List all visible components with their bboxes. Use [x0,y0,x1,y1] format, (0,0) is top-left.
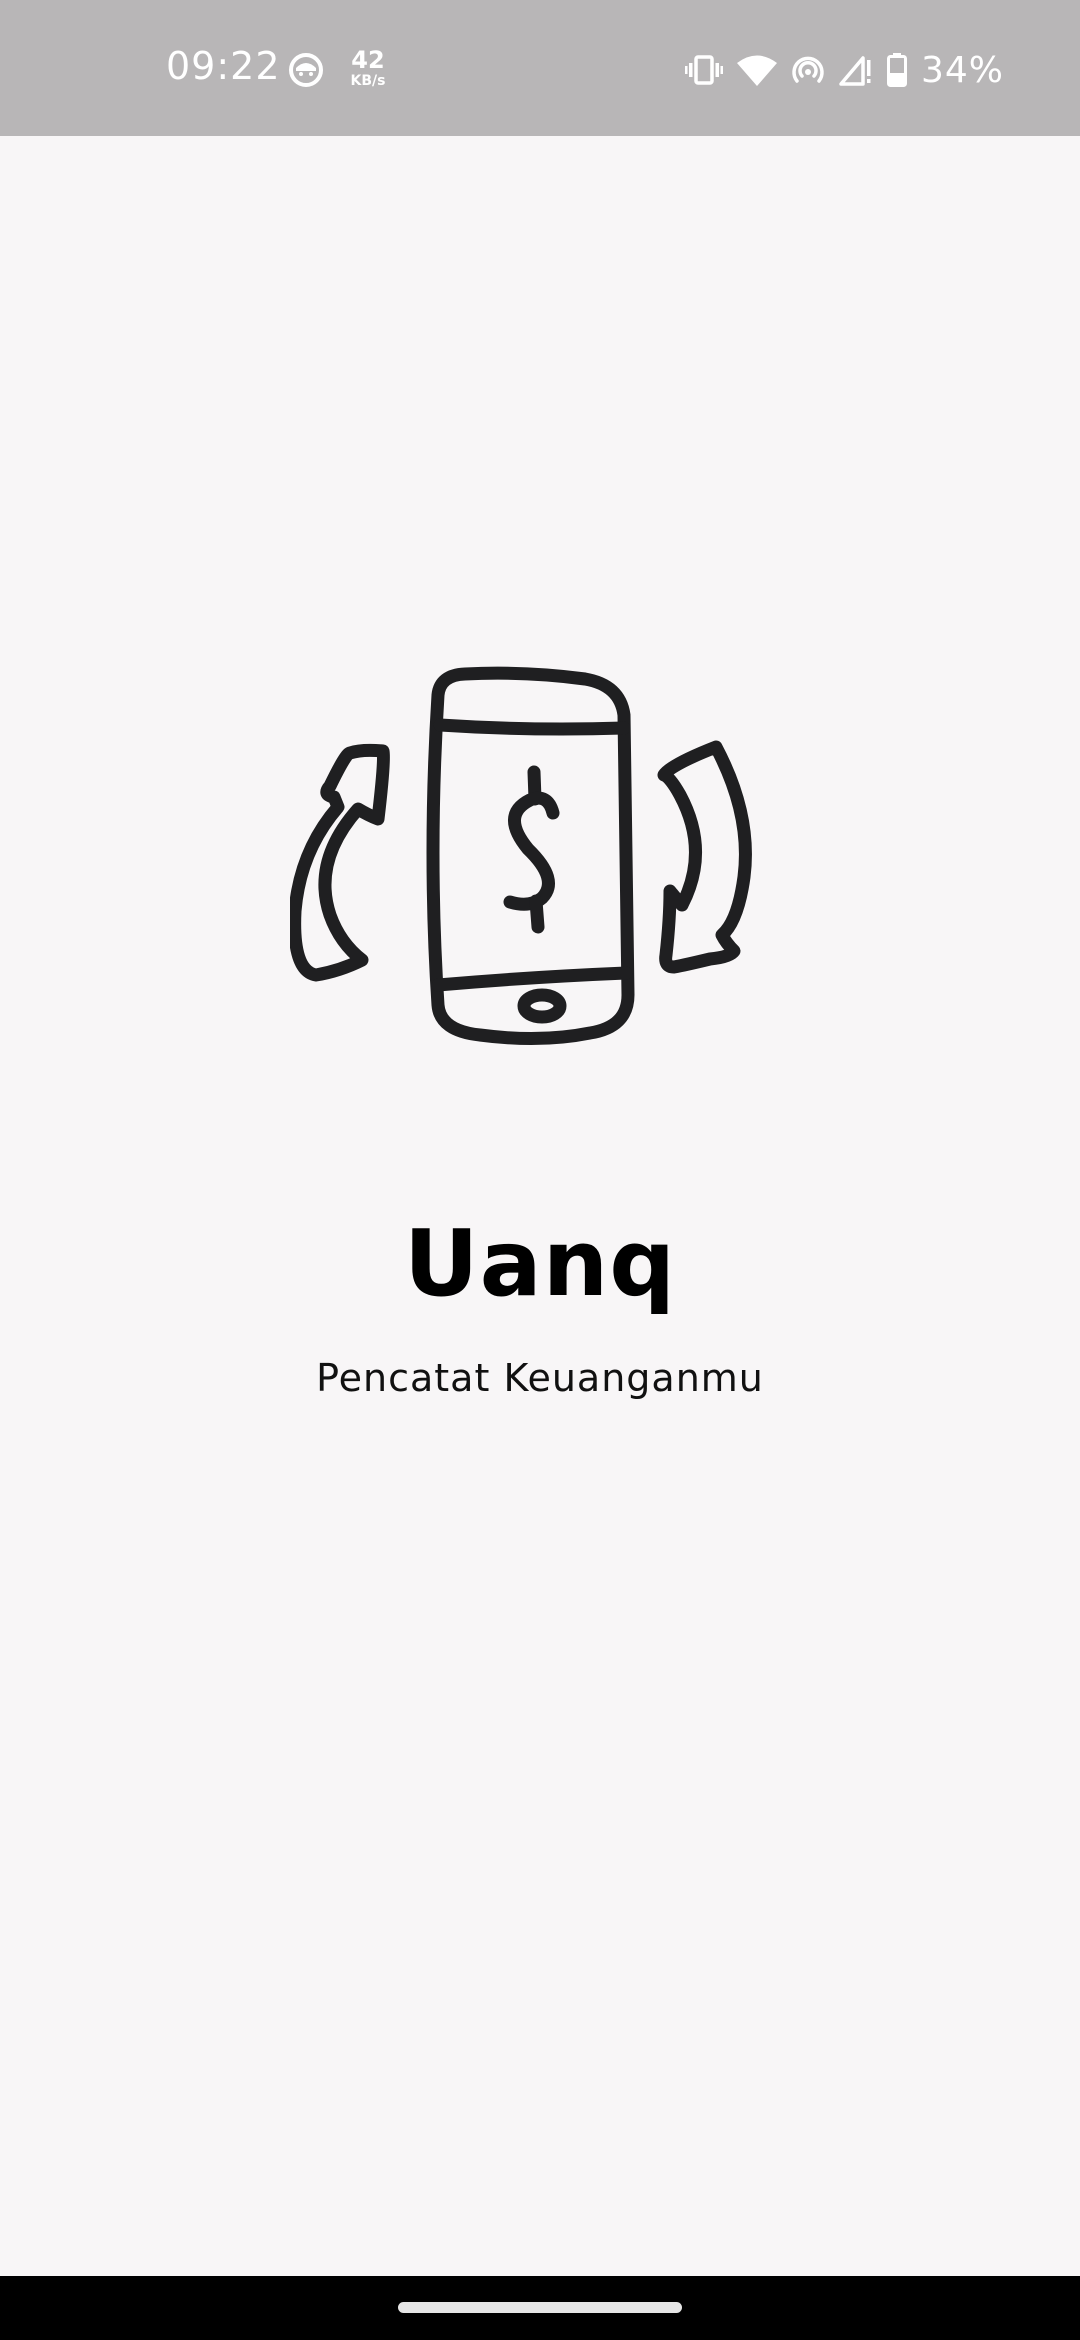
face-icon [289,53,323,87]
status-time: 09:22 [166,44,281,88]
battery-percent: 34% [920,49,1004,91]
cell-signal-icon [839,56,871,86]
phone-dollar-rotate-icon [290,666,752,1046]
navigation-bar [0,2276,1080,2340]
status-bar: 09:22 42 KB/s 34% [0,0,1080,136]
status-icons: 34% [684,48,1004,92]
network-speed-value: 42 [351,46,385,74]
vibrate-icon [684,55,723,85]
app-subtitle: Pencatat Keuanganmu [316,1356,764,1400]
network-speed: 42 KB/s [344,48,392,88]
wifi-icon [736,55,777,86]
home-indicator[interactable] [398,2302,682,2313]
battery-icon [886,53,907,87]
app-title: Uanq [403,1210,677,1317]
network-speed-unit: KB/s [350,73,386,89]
splash-screen: 09:22 42 KB/s 34% Uanq Pencatat Keuangan… [0,0,1080,2340]
hotspot-icon [792,56,824,83]
